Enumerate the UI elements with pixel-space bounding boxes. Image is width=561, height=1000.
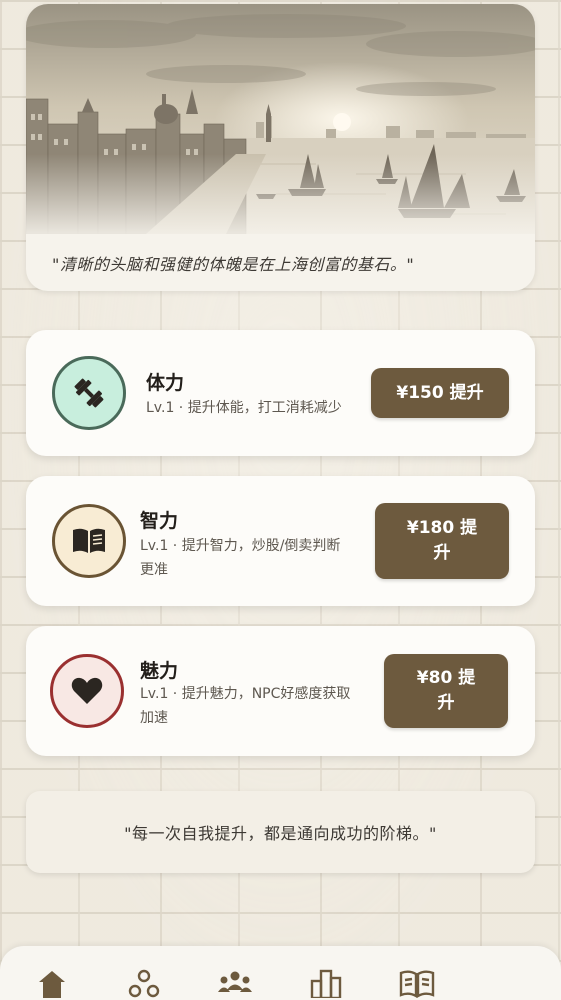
- nav-buildings[interactable]: [306, 968, 346, 1000]
- dumbbell-icon: [74, 378, 104, 408]
- upgrade-name: 魅力: [140, 660, 179, 682]
- upgrade-card-charm: 魅力 Lv.1 · 提升魅力，NPC好感度获取 加速 ¥80 提 升: [26, 626, 535, 756]
- button-label-line: ¥180 提: [406, 518, 478, 538]
- upgrade-desc: Lv.1 · 提升魅力，NPC好感度获取 加速: [140, 682, 350, 730]
- upgrade-desc-line: 加速: [140, 710, 168, 726]
- upgrade-charm-button[interactable]: ¥80 提 升: [384, 654, 508, 728]
- book-icon: [73, 528, 105, 553]
- book-icon-badge: [52, 504, 126, 578]
- upgrade-desc-line: Lv.1 · 提升魅力，NPC好感度获取: [140, 686, 351, 702]
- button-label-line: ¥80 提: [416, 668, 476, 688]
- button-label-line: 升: [433, 543, 451, 563]
- hero-fade: [26, 154, 535, 244]
- buildings-icon: [310, 969, 342, 998]
- people-icon: [218, 971, 252, 992]
- upgrade-card-stamina: 体力 Lv.1 · 提升体能，打工消耗减少 ¥150 提升: [26, 330, 535, 456]
- nav-network[interactable]: [124, 968, 164, 1000]
- upgrade-desc-line: 更准: [140, 562, 168, 578]
- upgrade-desc: Lv.1 · 提升智力，炒股/倒卖判断 更准: [140, 534, 340, 582]
- heart-icon-badge: [50, 654, 124, 728]
- upgrade-name: 体力: [146, 372, 185, 394]
- motto-banner: "每一次自我提升，都是通向成功的阶梯。": [26, 791, 535, 873]
- bottom-nav: [0, 946, 561, 1000]
- network-icon: [128, 969, 160, 998]
- hero-banner: "清晰的头脑和强健的体魄是在上海创富的基石。": [26, 4, 535, 291]
- button-label-line: 升: [437, 693, 455, 713]
- upgrade-card-intelligence: 智力 Lv.1 · 提升智力，炒股/倒卖判断 更准 ¥180 提 升: [26, 476, 535, 606]
- dumbbell-icon-badge: [52, 356, 126, 430]
- nav-people[interactable]: [215, 968, 255, 1000]
- upgrade-desc-line: Lv.1 · 提升智力，炒股/倒卖判断: [140, 538, 341, 554]
- home-icon: [39, 971, 65, 998]
- book-icon: [399, 970, 435, 998]
- heart-icon: [71, 677, 103, 704]
- hero-quote: "清晰的头脑和强健的体魄是在上海创富的基石。": [52, 255, 415, 274]
- upgrade-desc: Lv.1 · 提升体能，打工消耗减少: [146, 400, 342, 416]
- nav-home[interactable]: [32, 968, 72, 1000]
- nav-book[interactable]: [397, 968, 437, 1000]
- upgrade-stamina-button[interactable]: ¥150 提升: [371, 368, 509, 418]
- upgrade-intelligence-button[interactable]: ¥180 提 升: [375, 503, 509, 579]
- upgrade-name: 智力: [140, 510, 179, 532]
